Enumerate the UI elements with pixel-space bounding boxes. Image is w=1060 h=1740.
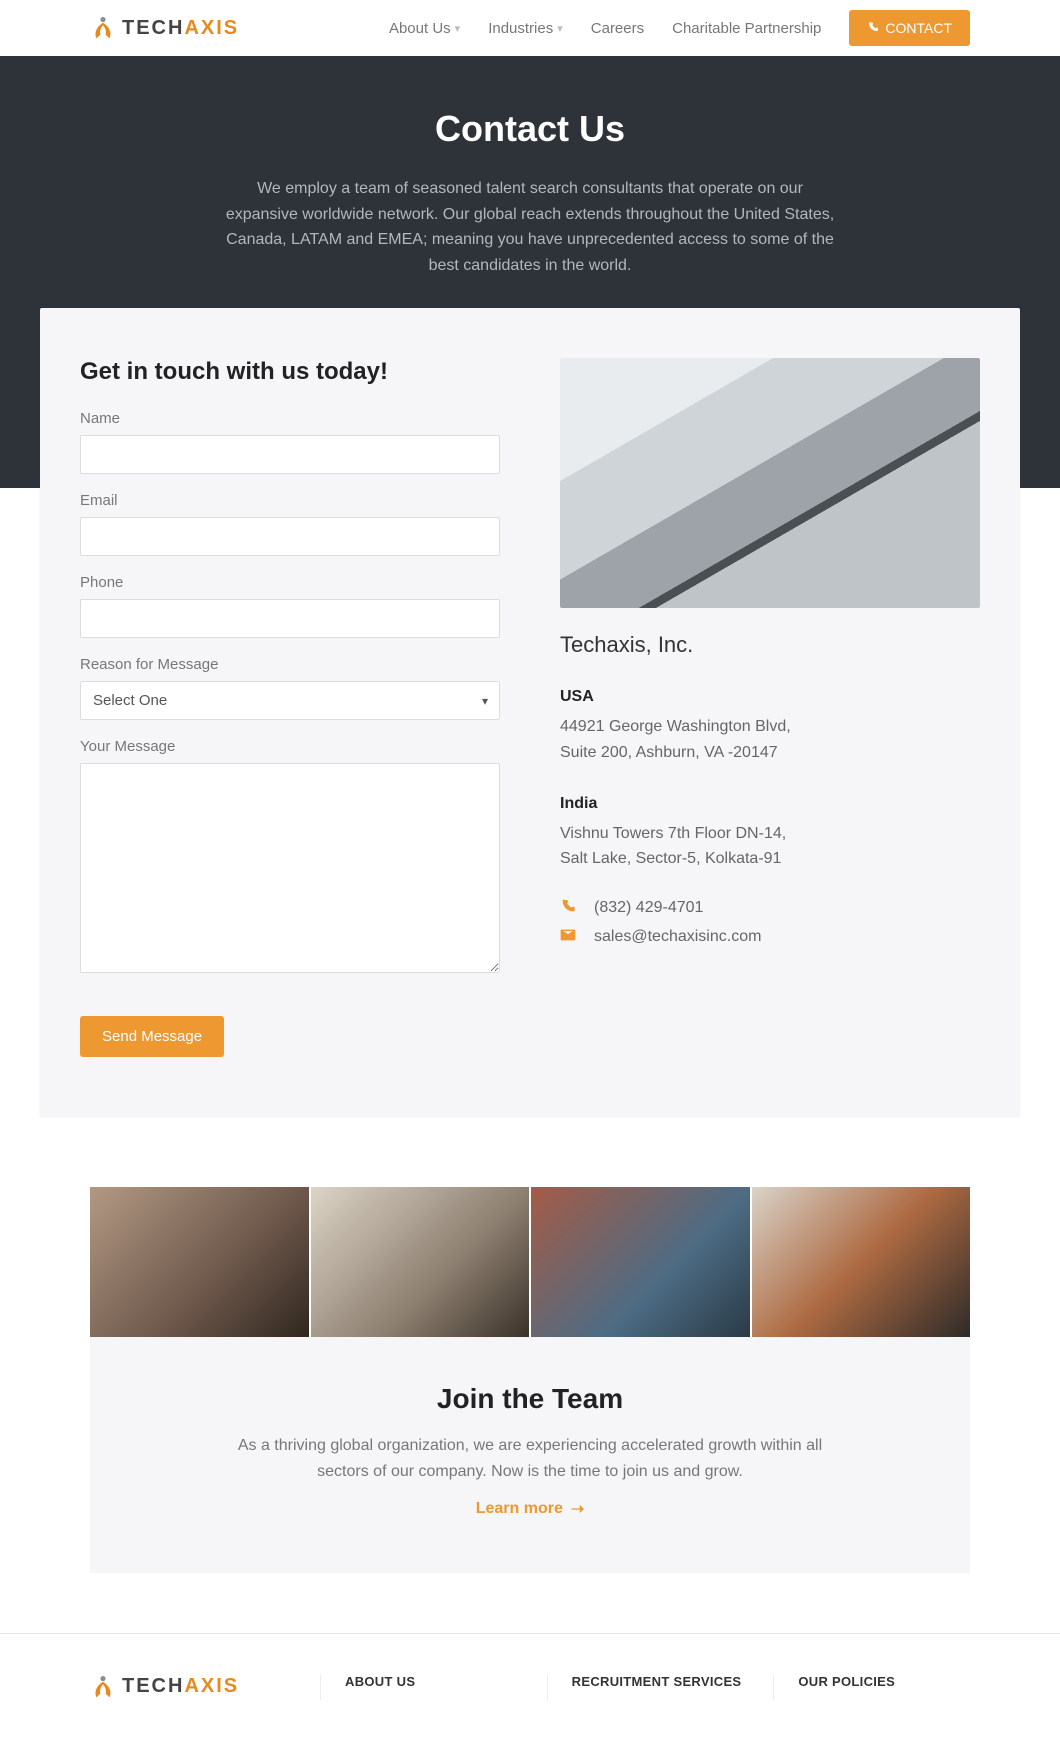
- usa-line1: 44921 George Washington Blvd,: [560, 714, 980, 740]
- company-info-column: Techaxis, Inc. USA 44921 George Washingt…: [560, 358, 980, 1057]
- envelope-icon: [560, 927, 578, 948]
- logo[interactable]: TECHAXIS: [90, 15, 239, 41]
- team-photo-2: [311, 1187, 530, 1337]
- phone-icon: [560, 898, 578, 919]
- footer-heading: OUR POLICIES: [798, 1674, 970, 1689]
- learn-more-link[interactable]: Learn more ➝: [476, 1499, 585, 1519]
- usa-line2: Suite 200, Ashburn, VA -20147: [560, 740, 980, 766]
- photo-strip: [90, 1187, 970, 1337]
- hero-body: We employ a team of seasoned talent sear…: [220, 176, 840, 278]
- phone-label: Phone: [80, 574, 500, 591]
- learn-more-label: Learn more: [476, 1500, 563, 1518]
- nav-careers[interactable]: Careers: [591, 20, 644, 37]
- email-line: sales@techaxisinc.com: [560, 927, 980, 948]
- nav-item-label: Careers: [591, 20, 644, 37]
- footer-col-services: RECRUITMENT SERVICES: [547, 1674, 744, 1700]
- nav-item-label: Industries: [488, 20, 553, 37]
- field-email: Email: [80, 492, 500, 556]
- footer-logo[interactable]: TECHAXIS: [90, 1674, 290, 1700]
- join-text: As a thriving global organization, we ar…: [220, 1433, 840, 1484]
- company-name: Techaxis, Inc.: [560, 632, 980, 658]
- form-heading: Get in touch with us today!: [80, 358, 500, 386]
- phone-input[interactable]: [80, 599, 500, 638]
- contact-button-label: CONTACT: [885, 20, 952, 36]
- message-textarea[interactable]: [80, 763, 500, 973]
- footer-col-policies: OUR POLICIES: [773, 1674, 970, 1700]
- email-label: Email: [80, 492, 500, 509]
- send-message-button[interactable]: Send Message: [80, 1016, 224, 1057]
- page-title: Contact Us: [0, 108, 1060, 150]
- team-photo-3: [531, 1187, 750, 1337]
- logo-icon: [90, 1674, 116, 1700]
- footer-heading: ABOUT US: [345, 1674, 517, 1689]
- phone-number[interactable]: (832) 429-4701: [594, 899, 703, 917]
- field-message: Your Message: [80, 738, 500, 978]
- nav-industries[interactable]: Industries ▾: [488, 20, 563, 37]
- logo-text: TECHAXIS: [122, 1675, 239, 1698]
- email-input[interactable]: [80, 517, 500, 556]
- email-address[interactable]: sales@techaxisinc.com: [594, 928, 761, 946]
- phone-line: (832) 429-4701: [560, 898, 980, 919]
- arrow-right-icon: ➝: [571, 1499, 584, 1519]
- nav-about-us[interactable]: About Us ▾: [389, 20, 460, 37]
- field-reason: Reason for Message Select One ▾: [80, 656, 500, 720]
- logo-icon: [90, 15, 116, 41]
- nav-item-label: Charitable Partnership: [672, 20, 821, 37]
- team-photo-4: [752, 1187, 971, 1337]
- name-input[interactable]: [80, 435, 500, 474]
- nav-links: About Us ▾ Industries ▾ Careers Charitab…: [389, 10, 970, 46]
- address-usa: USA 44921 George Washington Blvd, Suite …: [560, 684, 980, 765]
- top-nav: TECHAXIS About Us ▾ Industries ▾ Careers…: [0, 0, 1060, 56]
- contact-button[interactable]: CONTACT: [849, 10, 970, 46]
- address-india: India Vishnu Towers 7th Floor DN-14, Sal…: [560, 791, 980, 872]
- field-name: Name: [80, 410, 500, 474]
- reason-label: Reason for Message: [80, 656, 500, 673]
- office-image: [560, 358, 980, 608]
- join-body: Join the Team As a thriving global organ…: [90, 1337, 970, 1572]
- join-title: Join the Team: [130, 1383, 930, 1415]
- field-phone: Phone: [80, 574, 500, 638]
- nav-charitable[interactable]: Charitable Partnership: [672, 20, 821, 37]
- name-label: Name: [80, 410, 500, 427]
- footer-col-about: ABOUT US: [320, 1674, 517, 1700]
- phone-icon: [867, 20, 879, 36]
- join-section: Join the Team As a thriving global organ…: [90, 1187, 970, 1572]
- logo-text: TECHAXIS: [122, 17, 239, 40]
- footer-heading: RECRUITMENT SERVICES: [572, 1674, 744, 1689]
- usa-title: USA: [560, 684, 980, 710]
- message-label: Your Message: [80, 738, 500, 755]
- india-line2: Salt Lake, Sector-5, Kolkata-91: [560, 846, 980, 872]
- chevron-down-icon: ▾: [455, 22, 461, 35]
- nav-item-label: About Us: [389, 20, 451, 37]
- footer: TECHAXIS ABOUT US RECRUITMENT SERVICES O…: [0, 1633, 1060, 1740]
- india-line1: Vishnu Towers 7th Floor DN-14,: [560, 821, 980, 847]
- contact-card: Get in touch with us today! Name Email P…: [40, 308, 1020, 1117]
- india-title: India: [560, 791, 980, 817]
- contact-form-column: Get in touch with us today! Name Email P…: [80, 358, 500, 1057]
- team-photo-1: [90, 1187, 309, 1337]
- reason-select[interactable]: Select One: [80, 681, 500, 720]
- chevron-down-icon: ▾: [557, 22, 563, 35]
